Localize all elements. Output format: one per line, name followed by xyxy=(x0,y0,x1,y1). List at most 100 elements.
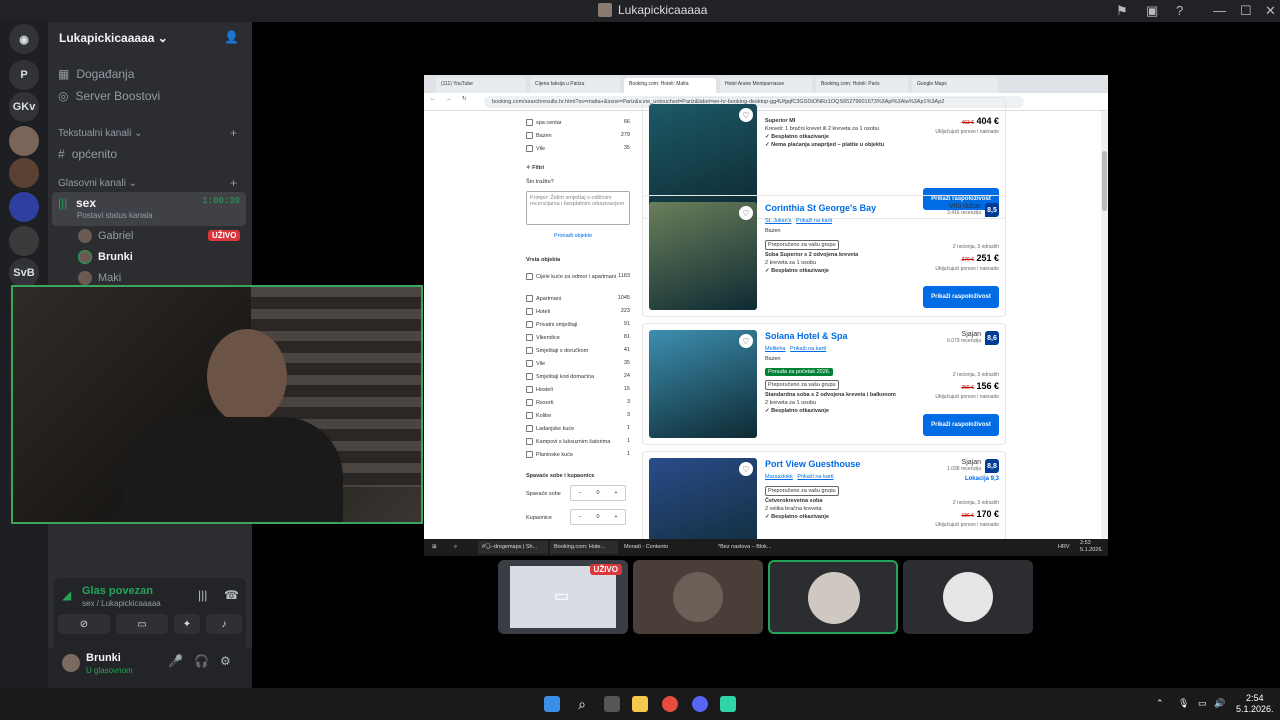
forward-icon[interactable]: → xyxy=(446,96,452,102)
settings-gear-icon[interactable]: ⚙ xyxy=(220,654,231,668)
filter-option[interactable]: Vile 35 xyxy=(526,145,630,152)
text-category[interactable]: Tekstualni kanali ⌄ xyxy=(58,128,143,139)
property-type-option[interactable]: Hoteli 223 xyxy=(526,308,630,315)
soundboard-icon[interactable]: ♪ xyxy=(206,614,242,634)
show-availability-button[interactable]: Prikaži raspoloživost xyxy=(923,286,999,308)
clock[interactable]: 2:54 5.1.2026. xyxy=(1236,693,1274,715)
close-button[interactable]: ✕ xyxy=(1265,3,1276,19)
microphone-icon[interactable]: 🎤 xyxy=(168,654,183,668)
find-properties-link[interactable]: Pronađi objekte xyxy=(554,233,592,239)
property-type-option[interactable]: Smještaji s doručkom 41 xyxy=(526,347,630,354)
tab-taxi[interactable]: Cijena taksija u Parizu xyxy=(530,78,620,93)
add-member-icon[interactable]: 👤 xyxy=(224,30,239,44)
property-type-option[interactable]: Resorti 3 xyxy=(526,399,630,406)
help-icon[interactable]: ? xyxy=(1176,3,1183,18)
tab-youtube[interactable]: (111) YouTube xyxy=(436,78,526,93)
search-icon[interactable]: ⌕ xyxy=(450,541,461,554)
chrome-icon[interactable] xyxy=(662,696,678,712)
screen-share[interactable]: (111) YouTube Cijena taksija u Parizu Bo… xyxy=(424,75,1108,556)
server-icon[interactable] xyxy=(9,226,39,256)
voice-member[interactable]: Brunki xyxy=(78,250,133,264)
avatar xyxy=(78,271,92,285)
stream-tile[interactable]: ▭ UŽIVO xyxy=(498,560,628,634)
minimize-button[interactable]: — xyxy=(1213,3,1226,18)
avatar xyxy=(943,572,993,622)
participant-tile[interactable] xyxy=(768,560,898,634)
participant-tile[interactable] xyxy=(903,560,1033,634)
filter-option[interactable]: spa centar 66 xyxy=(526,119,630,126)
server-name[interactable]: Lukapickicaaaaa ⌄ xyxy=(59,31,168,45)
server-icon[interactable]: P xyxy=(9,60,39,90)
file-explorer-icon[interactable] xyxy=(632,696,648,712)
disconnect-icon[interactable]: ☎ xyxy=(224,588,239,602)
add-channel-icon[interactable]: + xyxy=(230,126,237,140)
heart-icon[interactable]: ♡ xyxy=(739,462,753,476)
events-item[interactable]: ▦ Događanja xyxy=(58,67,134,81)
server-folder-icon[interactable] xyxy=(9,192,39,222)
property-type-option[interactable]: Vikendice 81 xyxy=(526,334,630,341)
property-type-option[interactable]: Hosteli 15 xyxy=(526,386,630,393)
discord-icon[interactable] xyxy=(692,696,708,712)
property-type-option[interactable]: Planinske kuće 1 xyxy=(526,451,630,458)
bedrooms-stepper[interactable]: −0 + xyxy=(570,485,626,501)
activities-icon[interactable]: ✦ xyxy=(174,614,200,634)
screen-icon[interactable]: ▣ xyxy=(1146,3,1158,19)
property-type-option[interactable]: Smještaji kod domaćina 24 xyxy=(526,373,630,380)
voice-member[interactable]: Maki xyxy=(78,271,121,285)
webcam-video[interactable] xyxy=(11,285,423,524)
ai-filter-textarea[interactable]: Primjer: Želim smještaj s odličnim recen… xyxy=(526,191,630,225)
camera-off-icon[interactable]: ⊘ xyxy=(58,614,110,634)
heart-icon[interactable]: ♡ xyxy=(739,206,753,220)
back-icon[interactable]: ← xyxy=(430,96,436,102)
server-icon[interactable]: GKv xyxy=(9,92,39,122)
scrollbar[interactable] xyxy=(1101,111,1108,539)
discord-home-icon[interactable]: ◉ xyxy=(9,24,39,54)
server-icon[interactable] xyxy=(9,126,39,156)
tab-hotel-arane[interactable]: Hotel Arane Montparnasse xyxy=(720,78,812,93)
participant-tile[interactable] xyxy=(633,560,763,634)
server-icon[interactable] xyxy=(9,158,39,188)
maximize-button[interactable]: ☐ xyxy=(1240,3,1252,19)
app-icon[interactable] xyxy=(720,696,736,712)
show-availability-button[interactable]: Prikaži raspoloživost xyxy=(923,414,999,436)
avatar[interactable] xyxy=(62,654,80,672)
inbox-icon[interactable]: ⚑ xyxy=(1116,3,1128,19)
screen-share-icon[interactable]: ▭ xyxy=(116,614,168,634)
property-type-option[interactable]: Vile 35 xyxy=(526,360,630,367)
windows-start-icon[interactable]: ⊞ xyxy=(428,541,441,554)
microphone-icon[interactable]: 🎙 xyxy=(1178,698,1189,709)
heart-icon[interactable]: ♡ xyxy=(739,334,753,348)
search-icon[interactable]: ⌕ xyxy=(574,696,590,712)
server-boosts-item[interactable]: ◎ Server Boostovi xyxy=(58,89,160,103)
add-channel-icon[interactable]: + xyxy=(230,176,237,190)
volume-icon[interactable]: 🔊 xyxy=(1214,698,1225,709)
property-type-option[interactable]: Apartmani 1045 xyxy=(526,295,630,302)
tab-booking-malta[interactable]: Booking.com: Hoteli: Malta xyxy=(624,78,716,93)
filter-option[interactable]: Bazen 279 xyxy=(526,132,630,139)
network-icon[interactable]: ▭ xyxy=(1198,698,1207,709)
property-type-option[interactable]: Privatni smještaji 91 xyxy=(526,321,630,328)
tab-google-maps[interactable]: Google Maps xyxy=(912,78,998,93)
windows-start-icon[interactable] xyxy=(544,696,560,712)
voice-channel-sex[interactable]: ||| sex 1:00:39 Postavi status kanala xyxy=(52,192,246,226)
property-type-option[interactable]: Ladanjske kuće 1 xyxy=(526,425,630,432)
voice-member[interactable]: Gabriel xyxy=(78,229,133,243)
channel-opcenito[interactable]: # općenito xyxy=(58,147,117,161)
property-type-option[interactable]: Cijele kuće za odmor i apartmani 1183 xyxy=(526,273,630,280)
server-icon[interactable]: SvB xyxy=(9,258,39,288)
windows-taskbar-shared: ⊞ ⌕ #🗣-drogemaps | Sh... Booking.com: Ho… xyxy=(424,539,1108,556)
noise-suppression-icon[interactable]: ||| xyxy=(198,588,207,602)
reload-icon[interactable]: ↻ xyxy=(462,96,467,102)
voice-category[interactable]: Glasovni kanali ⌄ xyxy=(58,178,137,189)
property-type-option[interactable]: Kolibe 3 xyxy=(526,412,630,419)
task-view-icon[interactable] xyxy=(604,696,620,712)
property-type-option[interactable]: Kampovi s luksuznim šatorima 1 xyxy=(526,438,630,445)
tab-booking-paris[interactable]: Booking.com: Hoteli: Paris xyxy=(816,78,908,93)
heart-icon[interactable]: ♡ xyxy=(739,108,753,122)
bathrooms-stepper[interactable]: −0 + xyxy=(570,509,626,525)
hotel-card[interactable]: ♡ Solana Hotel & Spa 8,6 Sjajan 6.079 recenz… xyxy=(642,323,1006,445)
headphones-icon[interactable]: 🎧 xyxy=(194,654,209,668)
chevron-up-icon[interactable]: ⌃ xyxy=(1156,698,1164,709)
person-head xyxy=(207,329,287,424)
hotel-card[interactable]: ♡ Corinthia St George's Bay 8,5 Vrlo dobar 3… xyxy=(642,195,1006,317)
